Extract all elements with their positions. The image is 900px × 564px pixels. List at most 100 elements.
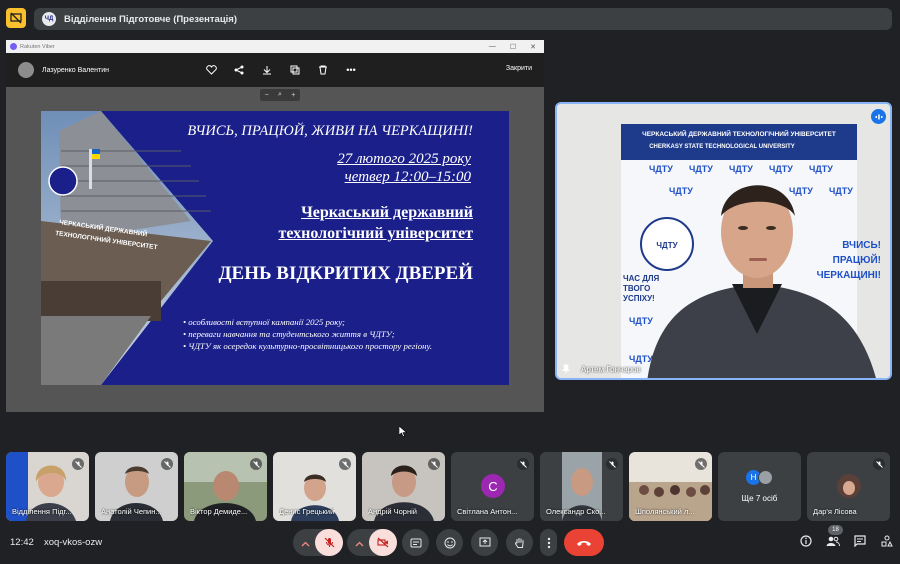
present-icon xyxy=(479,537,490,547)
viber-logo-icon xyxy=(10,43,17,50)
heart-icon[interactable] xyxy=(204,63,218,77)
leave-call-button[interactable] xyxy=(564,529,604,556)
participant-name: Шполянський л... xyxy=(635,507,695,516)
mouse-cursor-icon xyxy=(399,426,407,437)
banner-title-ua: ЧЕРКАСЬКИЙ ДЕРЖАВНИЙ ТЕХНОЛОГІЧНИЙ УНІВЕ… xyxy=(642,129,836,138)
minimize-icon[interactable]: — xyxy=(489,43,496,51)
svg-text:ЧДТУ: ЧДТУ xyxy=(649,164,673,174)
emoji-icon xyxy=(444,537,455,548)
copy-icon[interactable] xyxy=(288,63,302,77)
meeting-info-icon[interactable] xyxy=(799,534,813,548)
maximize-icon[interactable]: ☐ xyxy=(510,43,516,51)
banner-slogan-left: ЧАС ДЛЯ ТВОГО УСПІХУ! xyxy=(623,274,660,303)
presenter-avatar-icon: ЧД xyxy=(42,12,56,26)
chat-icon[interactable] xyxy=(853,534,867,548)
participant-tile[interactable]: Олександр Ско... xyxy=(540,452,623,521)
participant-strip: Відділення Підг... Анатолій Чепин... Вік… xyxy=(6,452,894,521)
participant-tile[interactable]: Андрій Чорній xyxy=(362,452,445,521)
viber-titlebar: Rakuten Viber — ☐ ✕ xyxy=(6,40,544,53)
banner-logo-text: ЧДТУ xyxy=(656,241,678,250)
participant-tile[interactable]: Дар'я Лісова xyxy=(807,452,890,521)
participant-tile[interactable]: Віктор Демиде... xyxy=(184,452,267,521)
camera-off-icon xyxy=(377,537,389,548)
captions-button[interactable] xyxy=(402,529,429,556)
top-bar: ЧД Відділення Підготовче (Презентація) xyxy=(0,0,900,38)
banner-title-en: CHERKASY STATE TECHNOLOGICAL UNIVERSITY xyxy=(649,144,795,150)
active-speaker-tile[interactable]: ЧЕРКАСЬКИЙ ДЕРЖАВНИЙ ТЕХНОЛОГІЧНИЙ УНІВЕ… xyxy=(555,102,892,380)
slide-time: четвер 12:00–15:00 xyxy=(344,169,471,185)
sender-avatar xyxy=(18,62,34,78)
slide-event-title: ДЕНЬ ВІДКРИТИХ ДВЕРЕЙ xyxy=(218,263,473,284)
slide-university-line1: Черкаський державний xyxy=(301,204,473,221)
close-window-icon[interactable]: ✕ xyxy=(530,43,536,51)
download-icon[interactable] xyxy=(260,63,274,77)
slide-date: 27 лютого 2025 року xyxy=(337,151,471,167)
zoom-icon: ⌕ xyxy=(278,91,282,98)
more-vert-icon xyxy=(547,537,550,548)
slide-motto: ВЧИСЬ, ПРАЦЮЙ, ЖИВИ НА ЧЕРКАЩИНІ! xyxy=(187,123,473,139)
speaker-video: ЧЕРКАСЬКИЙ ДЕРЖАВНИЙ ТЕХНОЛОГІЧНИЙ УНІВЕ… xyxy=(557,104,890,378)
raise-hand-button[interactable] xyxy=(506,529,533,556)
people-icon[interactable] xyxy=(826,534,840,548)
participant-name: Олександр Ско... xyxy=(546,507,606,516)
participant-initial-avatar: С xyxy=(481,474,505,498)
participant-tile[interactable]: Анатолій Чепин... xyxy=(95,452,178,521)
participant-tile[interactable]: Шполянський л... xyxy=(629,452,712,521)
more-options-icon[interactable]: ••• xyxy=(344,63,358,77)
participant-tile[interactable]: Відділення Підг... xyxy=(6,452,89,521)
participant-name: Світлана Антон... xyxy=(457,507,518,516)
svg-text:ЧДТУ: ЧДТУ xyxy=(789,186,813,196)
trash-icon[interactable] xyxy=(316,63,330,77)
mic-toggle-button[interactable] xyxy=(315,529,343,556)
hang-up-icon xyxy=(577,540,591,546)
sender-name: Лазуренко Валентин xyxy=(42,66,109,74)
presentation-banner[interactable]: ЧД Відділення Підготовче (Презентація) xyxy=(34,8,892,30)
participant-tile[interactable]: С Світлана Антон... xyxy=(451,452,534,521)
presentation-slide: ЧЕРКАСЬКИЙ ДЕРЖАВНИЙ ТЕХНОЛОГІЧНИЙ УНІВЕ… xyxy=(41,111,509,385)
participant-tile[interactable]: Денис Грецький xyxy=(273,452,356,521)
participant-name: Дар'я Лісова xyxy=(813,507,857,516)
participant-name: Андрій Чорній xyxy=(368,507,417,516)
svg-text:ЧДТУ: ЧДТУ xyxy=(769,164,793,174)
participant-avatar xyxy=(758,470,773,485)
present-screen-button[interactable] xyxy=(471,529,498,556)
hand-icon xyxy=(515,537,524,548)
mic-options-chevron-icon[interactable] xyxy=(301,536,310,554)
speaker-name-label: Артем Гончаров xyxy=(561,364,641,374)
slide-bullet: • переваги навчання та студентського жит… xyxy=(183,329,395,339)
activities-icon[interactable] xyxy=(880,534,894,548)
svg-text:ЧДТУ: ЧДТУ xyxy=(809,164,833,174)
participant-name: Анатолій Чепин... xyxy=(101,507,162,516)
presentation-off-icon[interactable] xyxy=(6,8,26,28)
slide-bullet: • ЧДТУ як осередок культурно-просвітниць… xyxy=(183,341,433,351)
camera-options-chevron-icon[interactable] xyxy=(355,536,364,554)
close-viewer-button[interactable]: Закрити xyxy=(506,65,532,72)
participant-name: Віктор Демиде... xyxy=(190,507,248,516)
zoom-out-button[interactable]: − xyxy=(265,92,269,99)
svg-text:ЧДТУ: ЧДТУ xyxy=(829,186,853,196)
mic-control-group xyxy=(293,529,343,556)
captions-icon xyxy=(410,538,421,547)
svg-text:ЧДТУ: ЧДТУ xyxy=(689,164,713,174)
svg-text:ЧДТУ: ЧДТУ xyxy=(669,186,693,196)
mic-off-icon xyxy=(517,458,529,470)
meeting-controls-bar: 12:42 xoq-vkos-ozw 18 xyxy=(0,525,900,564)
more-participants-tile[interactable]: Н Ще 7 осіб xyxy=(718,452,801,521)
mic-off-icon xyxy=(695,458,707,470)
mic-off-icon xyxy=(428,458,440,470)
share-icon[interactable] xyxy=(232,63,246,77)
viber-app-name: Rakuten Viber xyxy=(20,43,55,50)
mic-off-icon xyxy=(72,458,84,470)
participant-name: Денис Грецький xyxy=(279,507,335,516)
emoji-reactions-button[interactable] xyxy=(436,529,463,556)
zoom-in-button[interactable]: + xyxy=(291,92,295,99)
camera-control-group xyxy=(347,529,397,556)
presentation-title: Відділення Підготовче (Презентація) xyxy=(64,13,238,25)
viber-media-toolbar: Лазуренко Валентин ••• Закрити xyxy=(6,53,544,87)
zoom-control[interactable]: − ⌕ + xyxy=(260,89,300,101)
clock: 12:42 xyxy=(10,537,34,548)
more-options-button[interactable] xyxy=(540,529,557,556)
slide-text-block: ВЧИСЬ, ПРАЦЮЙ, ЖИВИ НА ЧЕРКАЩИНІ! 27 лют… xyxy=(183,111,501,385)
camera-toggle-button[interactable] xyxy=(369,529,397,556)
pin-icon[interactable] xyxy=(561,364,571,374)
